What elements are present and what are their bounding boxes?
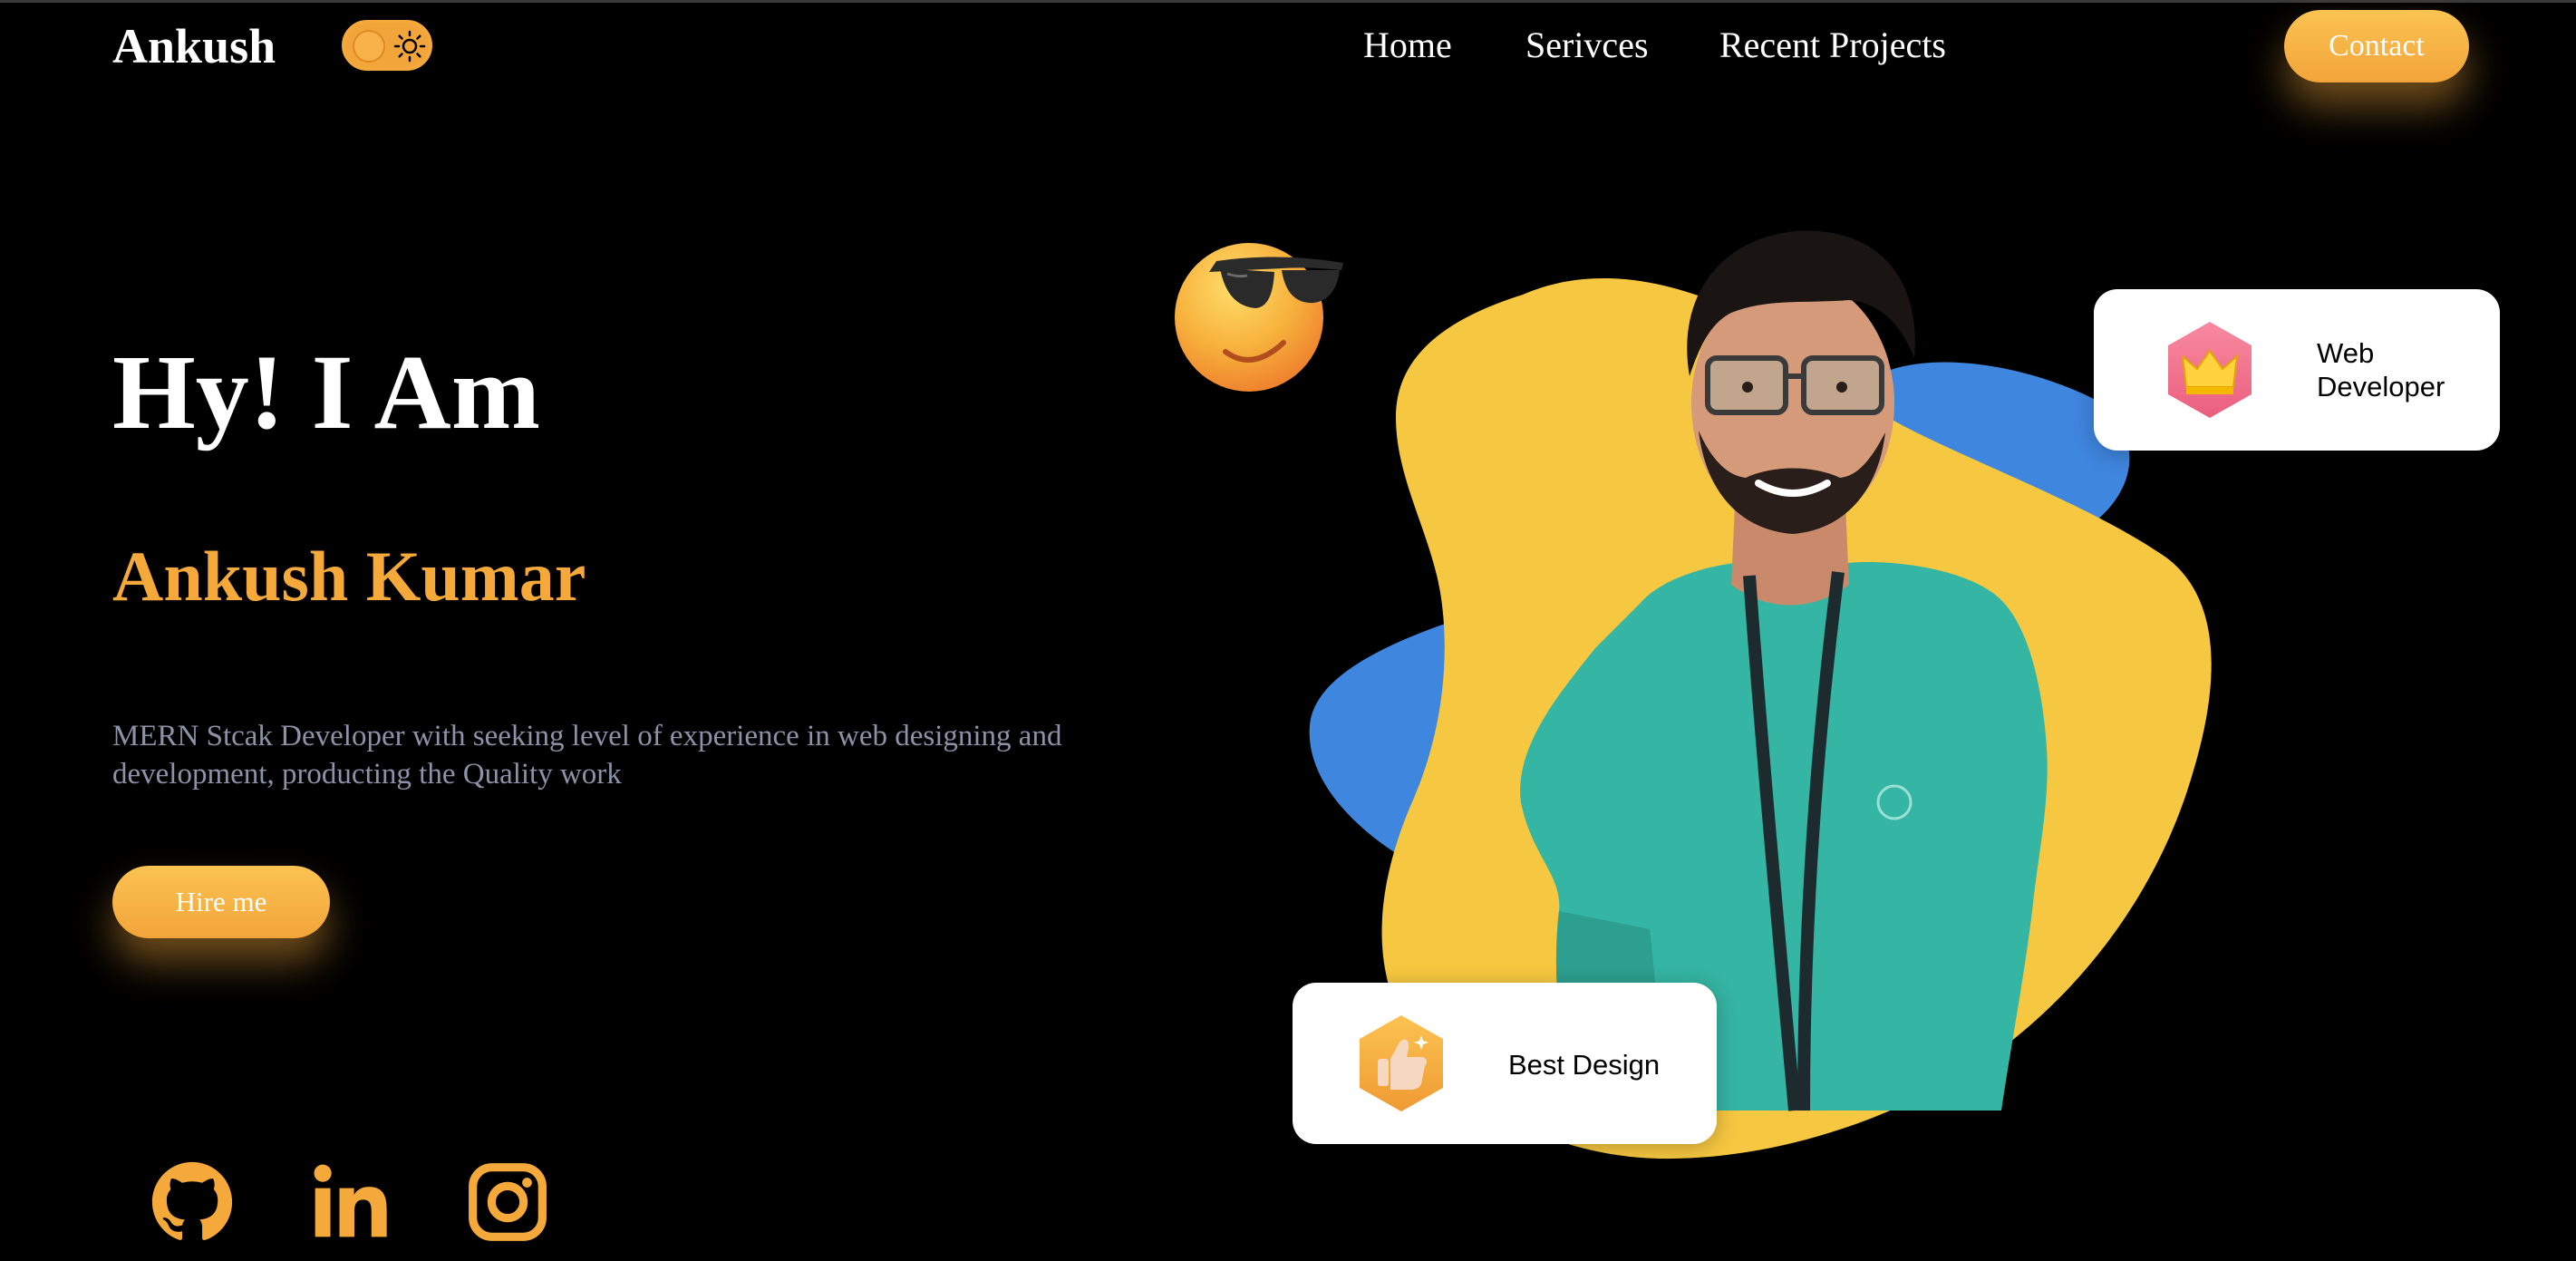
thumbs-up-icon (1360, 1015, 1443, 1111)
sun-icon (393, 30, 426, 63)
theme-toggle[interactable] (342, 20, 432, 71)
toggle-knob (353, 30, 385, 63)
contact-button[interactable]: Contact (2284, 10, 2469, 82)
hero-name: Ankush Kumar (112, 537, 586, 616)
hero-description: MERN Stcak Developer with seeking level … (112, 720, 1062, 791)
hire-me-button[interactable]: Hire me (112, 866, 330, 938)
web-developer-card: Web Developer (2094, 289, 2500, 451)
nav-link-services[interactable]: Serivces (1525, 20, 1649, 71)
hero-greeting: Hy! I Am (112, 333, 540, 451)
nav-link-recent-projects[interactable]: Recent Projects (1719, 20, 1946, 71)
window-top-border (0, 0, 2576, 3)
web-developer-label: Web Developer (2317, 337, 2445, 403)
site-logo[interactable]: Ankush (112, 15, 276, 78)
best-design-label: Best Design (1508, 1049, 1661, 1081)
github-icon[interactable] (150, 1160, 234, 1244)
best-design-card: Best Design (1293, 983, 1717, 1144)
linkedin-icon[interactable] (308, 1160, 392, 1244)
crown-icon (2168, 322, 2252, 418)
nav-link-home[interactable]: Home (1363, 20, 1452, 71)
instagram-icon[interactable] (466, 1160, 549, 1244)
